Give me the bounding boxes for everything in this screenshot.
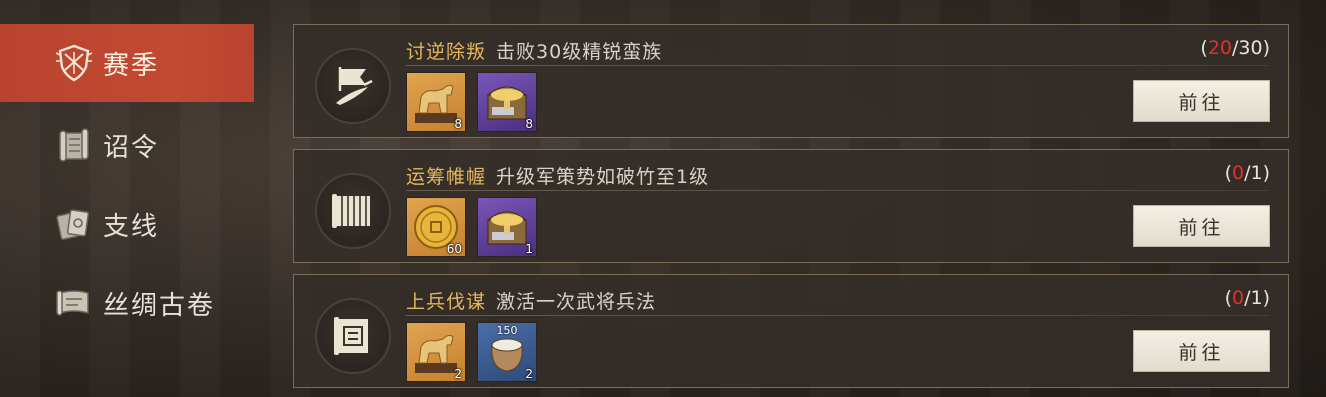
reward-item-gold-coin[interactable]: 60 [406, 197, 466, 257]
quest-description: 升级军策势如破竹至1级 [496, 166, 710, 188]
reward-list: 2 150 2 [406, 322, 537, 382]
sidebar-item-silk-scroll[interactable]: 丝绸古卷 [0, 264, 254, 342]
reward-count: 1 [525, 242, 533, 256]
sidebar-item-label: 丝绸古卷 [103, 290, 216, 321]
divider [406, 315, 1268, 316]
reward-list: 60 1 [406, 197, 537, 257]
scroll-map-icon [315, 298, 391, 374]
quest-progress: (0/1) [1224, 162, 1270, 184]
reward-count: 2 [525, 367, 533, 381]
season-shield-icon [52, 41, 96, 85]
go-button[interactable]: 前往 [1133, 205, 1270, 247]
sidebar-item-season[interactable]: 赛季 [0, 24, 254, 102]
quest-description: 击败30级精锐蛮族 [496, 41, 663, 63]
quest-card: 讨逆除叛 击败30级精锐蛮族 (20/30) 8 8 前往 [293, 24, 1289, 138]
quest-card: 运筹帷幄 升级军策势如破竹至1级 (0/1) 60 1 前往 [293, 149, 1289, 263]
sidebar-item-edict[interactable]: 诏令 [0, 106, 254, 184]
reward-item-bronze-horse[interactable]: 8 [406, 72, 466, 132]
sidebar: 赛季 诏令 支线 丝绸古卷 [0, 0, 260, 397]
quest-title: 上兵伐谋 激活一次武将兵法 [406, 287, 656, 314]
go-button[interactable]: 前往 [1133, 80, 1270, 122]
quest-title: 讨逆除叛 击败30级精锐蛮族 [406, 37, 662, 64]
bamboo-slips-icon [315, 173, 391, 249]
reward-list: 8 8 [406, 72, 537, 132]
sidebar-item-branch[interactable]: 支线 [0, 185, 254, 263]
quest-description: 激活一次武将兵法 [496, 291, 657, 313]
sidebar-item-label: 诏令 [103, 132, 160, 163]
quest-progress: (0/1) [1224, 287, 1270, 309]
reward-item-treasure-chest[interactable]: 1 [477, 197, 537, 257]
sidebar-item-label: 支线 [103, 211, 160, 242]
divider [406, 190, 1268, 191]
quest-card: 上兵伐谋 激活一次武将兵法 (0/1) 2 150 2 前往 [293, 274, 1289, 388]
sidebar-item-label: 赛季 [103, 50, 160, 81]
reward-item-bronze-horse[interactable]: 2 [406, 322, 466, 382]
quest-name: 讨逆除叛 [406, 41, 487, 63]
scroll-edict-icon [52, 123, 96, 167]
go-button[interactable]: 前往 [1133, 330, 1270, 372]
quest-progress: (20/30) [1200, 37, 1270, 59]
reward-count: 8 [525, 117, 533, 131]
quest-name: 上兵伐谋 [406, 291, 487, 313]
flag-sword-icon [315, 48, 391, 124]
reward-count: 8 [454, 117, 462, 131]
reward-count: 2 [454, 367, 462, 381]
reward-count: 60 [446, 242, 462, 256]
divider [406, 65, 1268, 66]
reward-item-grain-sack[interactable]: 150 2 [477, 322, 537, 382]
silk-scroll-icon [52, 281, 96, 325]
quest-title: 运筹帷幄 升级军策势如破竹至1级 [406, 162, 709, 189]
reward-item-treasure-chest[interactable]: 8 [477, 72, 537, 132]
cards-branch-icon [52, 202, 96, 246]
quest-name: 运筹帷幄 [406, 166, 487, 188]
reward-top-label: 150 [496, 324, 518, 337]
